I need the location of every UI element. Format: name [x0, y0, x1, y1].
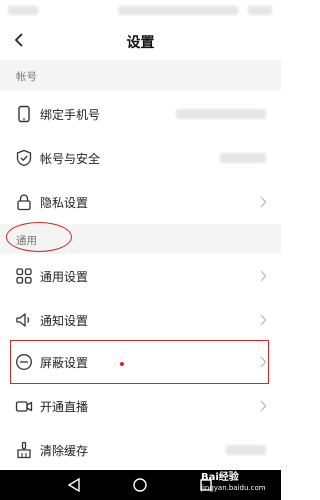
shield-check-icon	[16, 149, 32, 167]
row-label: 清除缓存	[40, 444, 89, 458]
chevron-right-icon	[260, 400, 267, 412]
row-label: 绑定手机号	[40, 108, 101, 122]
row-label: 屏蔽设置	[40, 356, 89, 370]
row-label: 帐号与安全	[40, 152, 101, 166]
row-label: 通知设置	[40, 314, 89, 328]
phone-value	[176, 109, 266, 119]
lock-icon	[17, 194, 31, 211]
security-value	[220, 153, 266, 163]
row-notification[interactable]: 通知设置	[0, 298, 281, 342]
video-camera-icon	[15, 401, 33, 412]
minus-circle-icon	[16, 354, 32, 370]
row-label: 开通直播	[40, 400, 89, 414]
phone-icon	[18, 105, 30, 123]
chevron-right-icon	[260, 196, 267, 208]
title-bar: 设置	[0, 22, 281, 60]
section-label: 通用	[16, 235, 37, 247]
row-clear-cache[interactable]: 清除缓存	[0, 428, 281, 472]
cache-size-value	[226, 445, 266, 455]
row-label: 隐私设置	[40, 196, 89, 210]
page-title: 设置	[126, 35, 155, 51]
watermark-url: jingyan.baidu.com	[201, 484, 266, 492]
section-header-account: 帐号	[0, 60, 281, 90]
section-header-general: 通用	[0, 224, 281, 254]
row-block-settings[interactable]: 屏蔽设置	[0, 340, 281, 384]
row-account-security[interactable]: 帐号与安全	[0, 136, 281, 180]
chevron-right-icon	[260, 270, 267, 282]
speaker-icon	[16, 313, 30, 327]
grid-icon	[16, 268, 32, 284]
watermark: Bai经验 jingyan.baidu.com	[201, 473, 275, 497]
status-bar	[0, 0, 281, 22]
watermark-brand: Bai经验	[201, 472, 239, 483]
home-circle-icon[interactable]	[132, 477, 148, 493]
row-privacy[interactable]: 隐私设置	[0, 180, 281, 224]
row-bind-phone[interactable]: 绑定手机号	[0, 92, 281, 136]
new-indicator-dot	[120, 362, 124, 366]
row-general-settings[interactable]: 通用设置	[0, 254, 281, 298]
broom-icon	[17, 441, 31, 459]
row-label: 通用设置	[40, 270, 89, 284]
section-label: 帐号	[16, 71, 37, 83]
chevron-right-icon	[260, 356, 267, 368]
row-live[interactable]: 开通直播	[0, 384, 281, 428]
chevron-right-icon	[260, 314, 267, 326]
back-triangle-icon[interactable]	[66, 477, 82, 493]
